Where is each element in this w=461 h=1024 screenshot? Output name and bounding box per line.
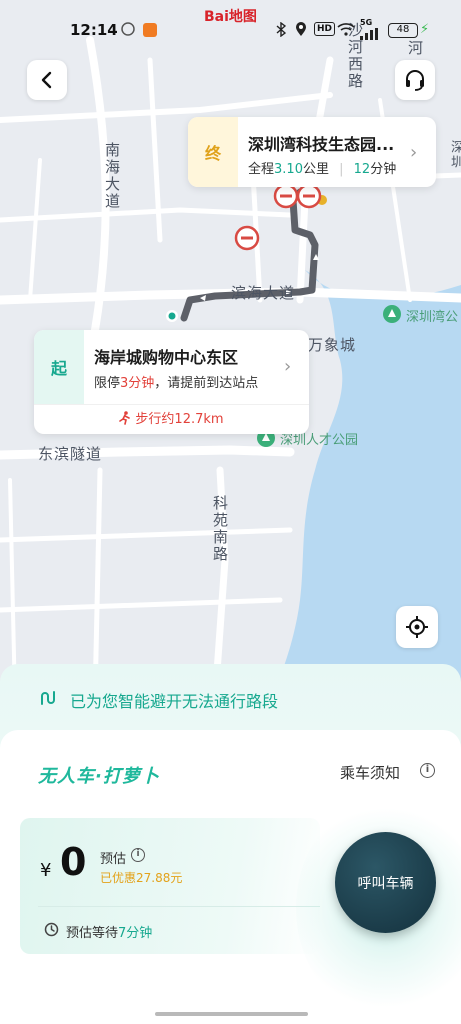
- crosshair-icon: [406, 616, 428, 638]
- bottom-sheet: 已为您智能避开无法通行路段 无人车·打萝卜 乘车须知 i ¥ 0 预估 i 已优…: [0, 664, 461, 1024]
- distance-unit: 公里: [302, 162, 329, 177]
- divider: [38, 906, 320, 907]
- park-pin-icon: [383, 305, 401, 323]
- parking-limit-note: 限停3分钟，请提前到达站点: [94, 372, 258, 391]
- road-v5: [28, 158, 42, 302]
- map-label-nanhai: 南海大道: [103, 142, 121, 210]
- hd-icon: HD: [314, 22, 336, 36]
- info-icon[interactable]: i: [131, 848, 145, 862]
- baidu-map-logo: Bai地图: [204, 9, 257, 25]
- walk-text: 步行约12.7km: [135, 412, 224, 427]
- destination-badge: 终: [188, 117, 238, 187]
- app-notification-icon: [120, 22, 136, 40]
- route-avoid-text: 已为您智能避开无法通行路段: [70, 692, 279, 711]
- start-card[interactable]: 起 海岸城购物中心东区 限停3分钟，请提前到达站点 › 步行约12.7km: [34, 330, 309, 434]
- app-notification-icon: [142, 22, 158, 42]
- road-mid: [0, 207, 293, 223]
- chevron-right-icon: ›: [284, 356, 292, 377]
- back-button[interactable]: [27, 60, 67, 100]
- distance-value: 3.10: [274, 162, 303, 177]
- start-badge: 起: [34, 330, 84, 404]
- distance-prefix: 全程: [248, 162, 275, 177]
- divider: [34, 404, 309, 405]
- start-name: 海岸城购物中心东区: [94, 348, 239, 367]
- call-vehicle-button[interactable]: 呼叫车辆: [335, 832, 436, 933]
- discount-text: 已优惠27.88元: [100, 871, 183, 885]
- chevron-left-icon: [41, 71, 52, 89]
- meta-separator: |: [339, 162, 344, 177]
- note-prefix: 限停: [94, 376, 121, 391]
- charging-icon: ⚡: [420, 22, 430, 37]
- location-icon: [295, 22, 307, 41]
- note-minutes: 3分钟: [120, 376, 155, 391]
- walking-icon: [119, 411, 131, 425]
- route-icon: [41, 691, 55, 705]
- no-entry-icon: [296, 183, 322, 209]
- no-entry-icon: [273, 183, 299, 209]
- home-indicator[interactable]: [155, 1012, 308, 1016]
- bluetooth-icon: [276, 21, 287, 41]
- estimate-label: 预估: [100, 852, 127, 867]
- cellular-signal-icon: [360, 26, 378, 44]
- walk-distance-row: 步行约12.7km: [34, 408, 309, 427]
- status-time: 12:14: [70, 21, 118, 39]
- wait-time: 预估等待7分钟: [66, 922, 152, 941]
- map-label-keyuan: 科苑南路: [211, 495, 229, 563]
- destination-card[interactable]: 终 深圳湾科技生态园... 全程3.10公里 | 12分钟 ›: [188, 117, 436, 187]
- wait-prefix: 预估等待: [66, 926, 119, 941]
- price-currency: ¥: [40, 860, 52, 881]
- destination-trip-summary: 全程3.10公里 | 12分钟: [248, 158, 396, 177]
- riding-notice-link[interactable]: 乘车须知: [340, 762, 400, 783]
- duration-value: 12: [353, 162, 371, 177]
- price-amount: 0: [60, 840, 87, 884]
- wifi-icon: [337, 22, 355, 40]
- info-icon[interactable]: i: [420, 763, 435, 778]
- wait-value: 7分钟: [118, 926, 153, 941]
- destination-name: 深圳湾科技生态园...: [248, 135, 395, 154]
- duration-unit: 分钟: [370, 162, 397, 177]
- map-label-dongbin: 东滨隧道: [38, 445, 103, 463]
- locate-me-button[interactable]: [396, 606, 438, 648]
- road-south2: [0, 597, 283, 613]
- brand-logo: 无人车·打萝卜: [38, 766, 160, 787]
- note-suffix: ，请提前到达站点: [154, 376, 259, 391]
- status-bar: 12:14 Bai地图 HD 5G 48 ⚡: [0, 0, 461, 60]
- headset-icon: [406, 70, 424, 91]
- map-label-binhai: 滨海大道: [231, 284, 296, 302]
- chevron-right-icon: ›: [410, 142, 418, 163]
- start-dot: [168, 312, 176, 320]
- map-label-shenzhen: 深圳: [448, 140, 461, 170]
- clock-icon: [44, 922, 59, 937]
- no-entry-icon: [234, 225, 260, 251]
- map-label-shenzhenwan-park: 深圳湾公: [406, 310, 459, 325]
- road-south1: [0, 527, 293, 543]
- customer-service-button[interactable]: [395, 60, 435, 100]
- map-label-wanxiangcheng: 万象城: [308, 336, 357, 354]
- battery-icon: 48: [388, 23, 418, 38]
- order-panel: 无人车·打萝卜 乘车须知 i ¥ 0 预估 i 已优惠27.88元 预估等待7分…: [0, 730, 461, 1024]
- price-card: ¥ 0 预估 i 已优惠27.88元 预估等待7分钟: [20, 818, 320, 954]
